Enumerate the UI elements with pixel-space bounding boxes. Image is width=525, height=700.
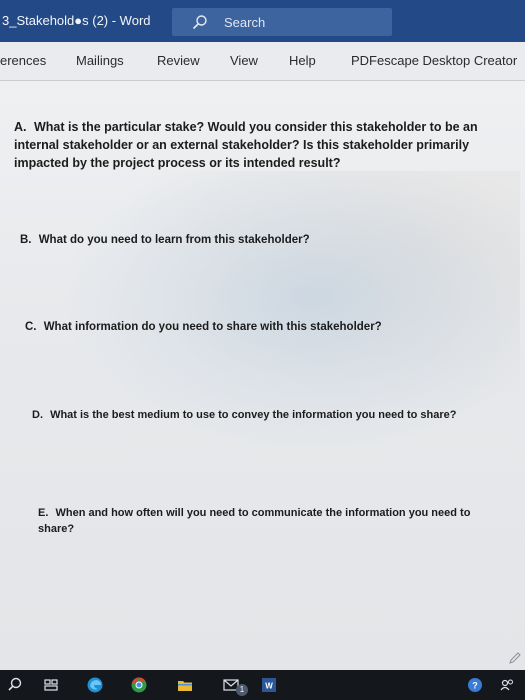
mail-badge: 1: [236, 684, 248, 696]
document-page[interactable]: A. What is the particular stake? Would y…: [0, 81, 525, 670]
pen-icon: [509, 652, 521, 664]
search-placeholder: Search: [224, 15, 266, 30]
edge-icon[interactable]: [86, 676, 104, 694]
taskbar: 1 W ?: [0, 670, 525, 700]
question-text: What is the best medium to use to convey…: [50, 409, 457, 421]
question-label: A.: [14, 120, 27, 134]
question-a: A. What is the particular stake? Would y…: [14, 118, 509, 172]
tab-review[interactable]: Review: [157, 53, 200, 68]
screen: 3_Stakehold●s (2) - Word Search erences …: [0, 0, 525, 700]
tab-view[interactable]: View: [230, 53, 258, 68]
document-title: 3_Stakehold●s (2) - Word: [2, 13, 151, 28]
svg-text:W: W: [265, 682, 273, 691]
question-label: C.: [25, 321, 37, 333]
question-label: B.: [20, 234, 32, 246]
question-b: B. What do you need to learn from this s…: [20, 232, 500, 249]
question-label: D.: [32, 409, 43, 421]
tab-mailings[interactable]: Mailings: [76, 53, 124, 68]
question-text: What is the particular stake? Would you …: [14, 120, 478, 170]
tab-references[interactable]: erences: [0, 53, 46, 68]
question-e: E. When and how often will you need to c…: [38, 505, 478, 537]
question-c: C. What information do you need to share…: [25, 319, 495, 336]
question-text: When and how often will you need to comm…: [38, 507, 471, 535]
tab-help[interactable]: Help: [289, 53, 316, 68]
tab-pdfescape[interactable]: PDFescape Desktop Creator: [351, 53, 517, 68]
search-icon[interactable]: [6, 676, 24, 694]
question-text: What information do you need to share wi…: [43, 321, 382, 333]
question-d: D. What is the best medium to use to con…: [32, 407, 482, 423]
word-icon[interactable]: W: [260, 676, 278, 694]
search-box[interactable]: Search: [172, 8, 392, 36]
ribbon-tabs: erences Mailings Review View Help PDFesc…: [0, 42, 525, 81]
help-icon[interactable]: ?: [466, 676, 484, 694]
file-explorer-icon[interactable]: [176, 676, 194, 694]
svg-text:?: ?: [472, 681, 478, 691]
search-icon: [192, 15, 207, 30]
chrome-icon[interactable]: [130, 676, 148, 694]
task-view-icon[interactable]: [42, 676, 60, 694]
question-label: E.: [38, 507, 49, 519]
question-text: What do you need to learn from this stak…: [38, 234, 310, 246]
people-icon[interactable]: [498, 676, 516, 694]
title-bar: 3_Stakehold●s (2) - Word Search: [0, 0, 525, 42]
